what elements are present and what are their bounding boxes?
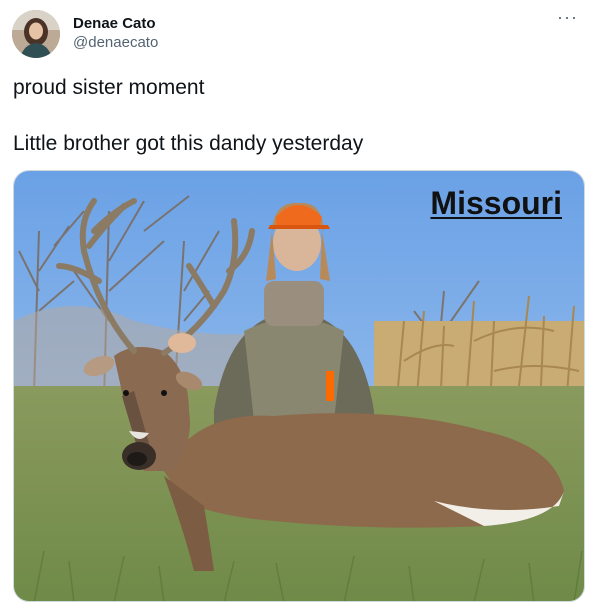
hunting-photo-image bbox=[14, 171, 584, 601]
tweet-text-line-1: proud sister moment bbox=[13, 76, 205, 99]
author-display-name[interactable]: Denae Cato bbox=[73, 15, 158, 34]
tweet-photo[interactable]: Missouri bbox=[13, 170, 585, 602]
author-handle[interactable]: @denaecato bbox=[73, 34, 158, 53]
tweet-text: proud sister moment Little brother got t… bbox=[13, 74, 363, 158]
avatar[interactable] bbox=[12, 10, 60, 58]
more-options-icon[interactable]: ··· bbox=[557, 8, 578, 26]
tweet-text-line-2: Little brother got this dandy yesterday bbox=[13, 132, 364, 155]
author-names: Denae Cato @denaecato bbox=[73, 15, 158, 53]
avatar-photo-icon bbox=[12, 10, 60, 58]
tweet: Denae Cato @denaecato ··· proud sister m… bbox=[0, 0, 600, 613]
location-overlay-text: Missouri bbox=[430, 185, 562, 221]
tweet-header: Denae Cato @denaecato bbox=[12, 10, 158, 58]
